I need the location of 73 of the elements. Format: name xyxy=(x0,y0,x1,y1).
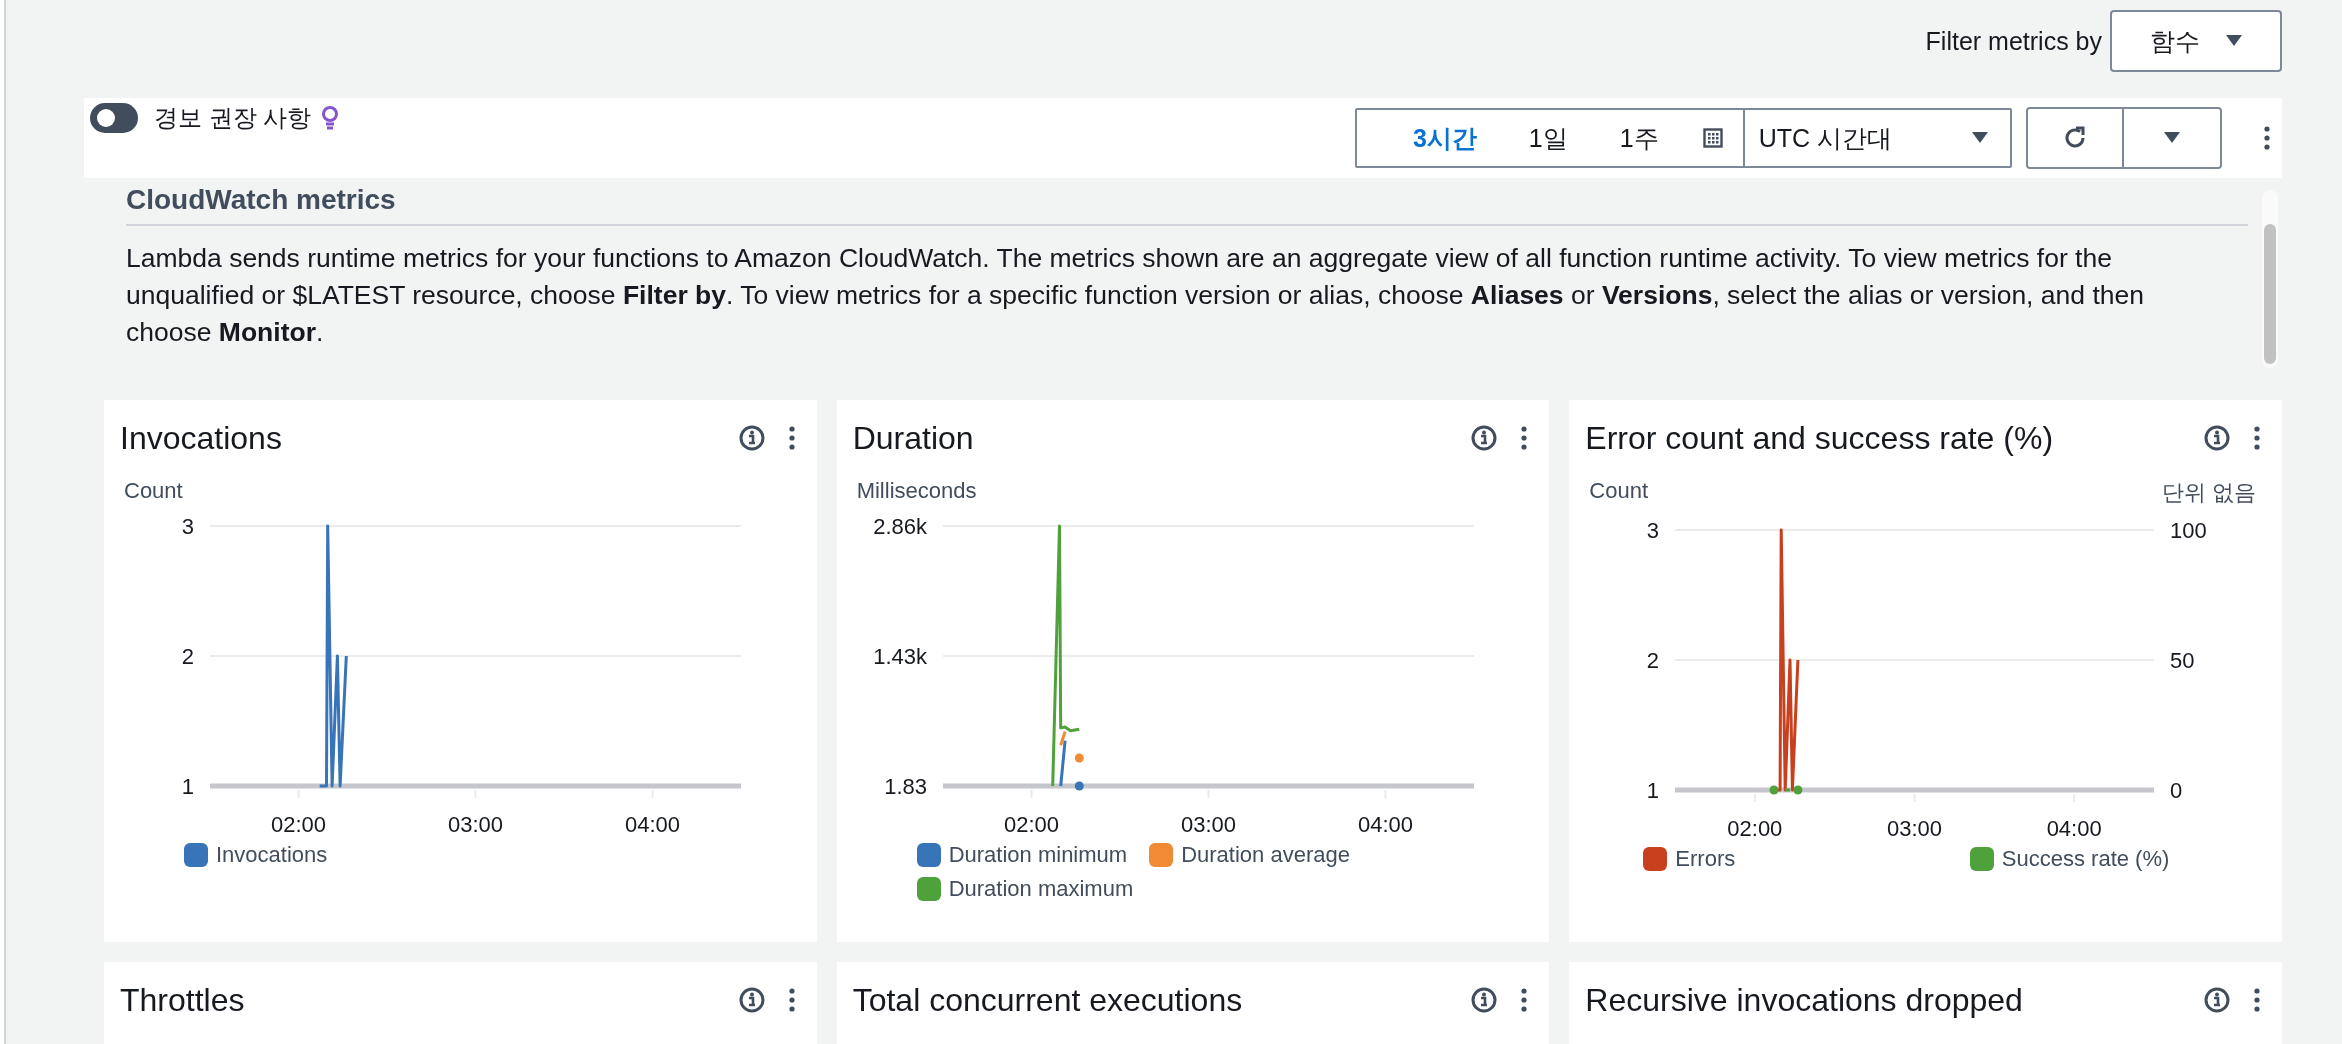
y-tick-label: 2 xyxy=(181,644,194,669)
y-axis-label: Count xyxy=(1589,478,1649,505)
y-axis-label: Milliseconds xyxy=(856,478,977,504)
legend-marker[interactable] xyxy=(1149,843,1174,867)
y-tick-label: 3 xyxy=(1647,518,1660,543)
more-options-icon[interactable] xyxy=(2254,988,2260,1012)
section-description: Lambda sends runtime metrics for your functions to Amazon CloudWatch. The metrics shown are an aggregate view of all function runtime activity. To view metrics for the unqualified or $LATEST resource, choose Filter by. To view metrics for a specific function version or alias, choose Aliases or Versions, select the alias or version, and then choose Monitor. xyxy=(126,242,2145,349)
y-tick-label: 1 xyxy=(1647,778,1660,803)
legend-label: Invocations xyxy=(216,842,328,868)
legend-marker[interactable] xyxy=(916,877,941,901)
card-title: Total concurrent executions xyxy=(852,981,1244,1019)
timezone-dropdown[interactable]: UTC 시간대 xyxy=(1742,110,2010,166)
toggle-switch[interactable] xyxy=(90,103,138,133)
y-axis-label: 단위 없음 xyxy=(2161,479,2256,507)
card-title: Error count and success rate (%) xyxy=(1585,419,2055,457)
more-options-icon[interactable] xyxy=(1521,988,1528,1012)
x-tick-label: 03:00 xyxy=(447,812,504,837)
x-tick-label: 04:00 xyxy=(624,812,681,837)
scrollbar[interactable] xyxy=(2262,190,2278,368)
caret-icon xyxy=(2226,35,2242,47)
legend-label: Duration average xyxy=(1181,842,1350,868)
legend-label: Duration minimum xyxy=(948,842,1128,868)
caret-icon xyxy=(2164,132,2180,144)
time-range-tab[interactable]: 1주 xyxy=(1593,110,1685,166)
y-tick-label: 2 xyxy=(1647,648,1660,673)
x-tick-label: 02:00 xyxy=(1003,812,1059,837)
y-tick-label: 1.43k xyxy=(872,644,927,670)
legend-label: Duration maximum xyxy=(948,876,1134,902)
card-title: Throttles xyxy=(120,981,246,1019)
legend-label: Success rate (%) xyxy=(2001,846,2170,872)
more-options-icon[interactable] xyxy=(788,426,795,450)
y-tick-label: 3 xyxy=(181,514,194,539)
y-axis-label: Count xyxy=(124,478,183,504)
card-title: Invocations xyxy=(120,419,283,457)
x-tick-label: 03:00 xyxy=(1887,816,1943,841)
lightbulb-icon xyxy=(321,105,340,131)
legend-marker[interactable] xyxy=(184,843,208,867)
y-tick-label: 0 xyxy=(2170,778,2183,803)
time-range-tab[interactable]: 3시간 xyxy=(1356,110,1503,166)
refresh-options-button[interactable] xyxy=(2124,107,2222,169)
filter-label: Filter metrics by xyxy=(1925,26,2102,56)
refresh-button[interactable] xyxy=(2026,107,2124,169)
info-icon[interactable] xyxy=(2204,987,2230,1013)
info-icon[interactable] xyxy=(738,425,765,451)
info-icon[interactable] xyxy=(1471,987,1498,1013)
legend-marker[interactable] xyxy=(916,843,941,867)
x-tick-label: 04:00 xyxy=(1357,812,1413,837)
legend-label: Errors xyxy=(1675,846,1736,872)
y-tick-label: 1.83 xyxy=(883,774,927,799)
legend-marker[interactable] xyxy=(1643,847,1668,871)
y-tick-label: 2.86k xyxy=(872,514,927,539)
info-icon[interactable] xyxy=(2204,425,2230,451)
info-icon[interactable] xyxy=(1471,425,1498,451)
more-options-icon[interactable] xyxy=(1521,426,1528,450)
section-heading: CloudWatch metrics xyxy=(126,183,397,217)
y-tick-label: 100 xyxy=(2170,518,2208,543)
y-tick-label: 1 xyxy=(181,774,194,799)
info-icon[interactable] xyxy=(738,987,765,1013)
legend-marker[interactable] xyxy=(1969,847,1994,871)
card-title: Recursive invocations dropped xyxy=(1585,981,2024,1019)
more-options-icon[interactable] xyxy=(2264,126,2270,150)
time-range-tab[interactable]: 1일 xyxy=(1502,110,1594,166)
x-tick-label: 04:00 xyxy=(2046,816,2103,841)
y-tick-label: 50 xyxy=(2170,648,2195,673)
x-tick-label: 02:00 xyxy=(1727,816,1783,841)
more-options-icon[interactable] xyxy=(2254,426,2260,450)
caret-icon xyxy=(1972,132,1988,144)
card-title: Duration xyxy=(852,419,975,457)
toggle-label: 경보 권장 사항 xyxy=(154,103,312,133)
x-tick-label: 03:00 xyxy=(1180,812,1236,837)
more-options-icon[interactable] xyxy=(788,988,795,1012)
x-tick-label: 02:00 xyxy=(270,812,327,837)
filter-dropdown[interactable]: 함수 xyxy=(2110,10,2282,72)
